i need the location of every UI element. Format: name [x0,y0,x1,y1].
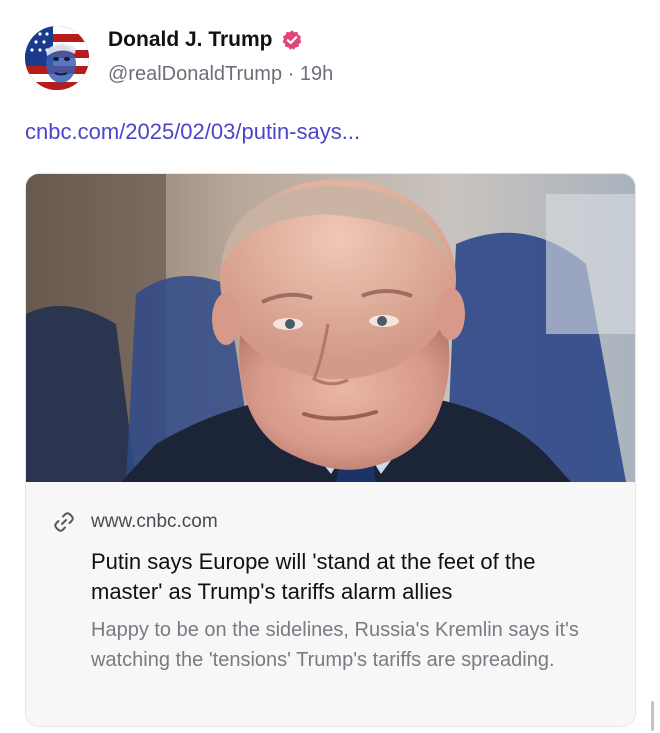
scrollbar[interactable] [651,701,654,731]
verified-badge-icon [282,30,301,50]
article-photo [26,174,635,482]
meta-separator: · [287,63,295,85]
avatar-image [25,26,89,90]
author-meta: @realDonaldTrump · 19h [108,63,333,86]
card-image [26,174,635,482]
post-link[interactable]: cnbc.com/2025/02/03/putin-says... [25,119,360,145]
link-preview-card[interactable]: www.cnbc.com Putin says Europe will 'sta… [25,173,636,727]
card-domain: www.cnbc.com [91,511,218,532]
link-icon [54,512,74,532]
card-title[interactable]: Putin says Europe will 'stand at the fee… [91,547,611,607]
card-body: www.cnbc.com Putin says Europe will 'sta… [26,482,635,726]
card-description: Happy to be on the sidelines, Russia's K… [91,619,579,671]
author-name[interactable]: Donald J. Trump [108,28,273,52]
post: Donald J. Trump @realDonaldTrump · 19h c… [0,0,660,733]
post-time[interactable]: 19h [300,63,333,85]
author-handle[interactable]: @realDonaldTrump [108,63,282,85]
avatar[interactable] [25,26,89,90]
author-name-row[interactable]: Donald J. Trump [108,28,303,52]
